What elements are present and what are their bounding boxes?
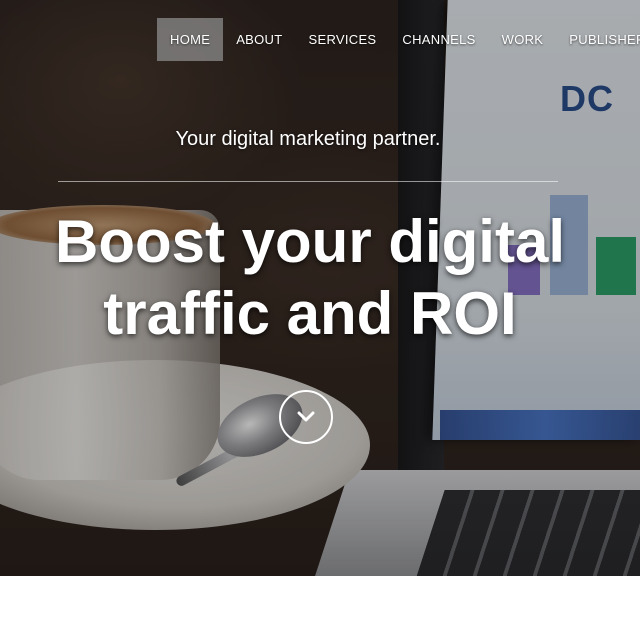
nav-item-publishers[interactable]: PUBLISHERS <box>556 18 640 61</box>
nav-item-services[interactable]: SERVICES <box>296 18 390 61</box>
hero-tagline: Your digital marketing partner. <box>175 128 441 150</box>
hero-headline-line-2: traffic and ROI <box>103 280 517 347</box>
page-content-area <box>0 576 640 640</box>
chevron-down-icon <box>297 411 315 422</box>
main-nav: HOME ABOUT SERVICES CHANNELS WORK PUBLIS… <box>157 18 640 61</box>
hero-divider <box>58 181 558 182</box>
hero-headline: Boost your digital traffic and ROI <box>0 206 620 350</box>
hero-section: DC HOME ABOUT SERVICES CHANNELS WORK PUB… <box>0 0 640 576</box>
hero-headline-line-1: Boost your digital <box>55 208 565 275</box>
nav-item-work[interactable]: WORK <box>489 18 557 61</box>
scroll-down-button[interactable] <box>279 390 333 444</box>
nav-item-about[interactable]: ABOUT <box>223 18 295 61</box>
nav-item-channels[interactable]: CHANNELS <box>389 18 488 61</box>
nav-item-home[interactable]: HOME <box>157 18 224 61</box>
